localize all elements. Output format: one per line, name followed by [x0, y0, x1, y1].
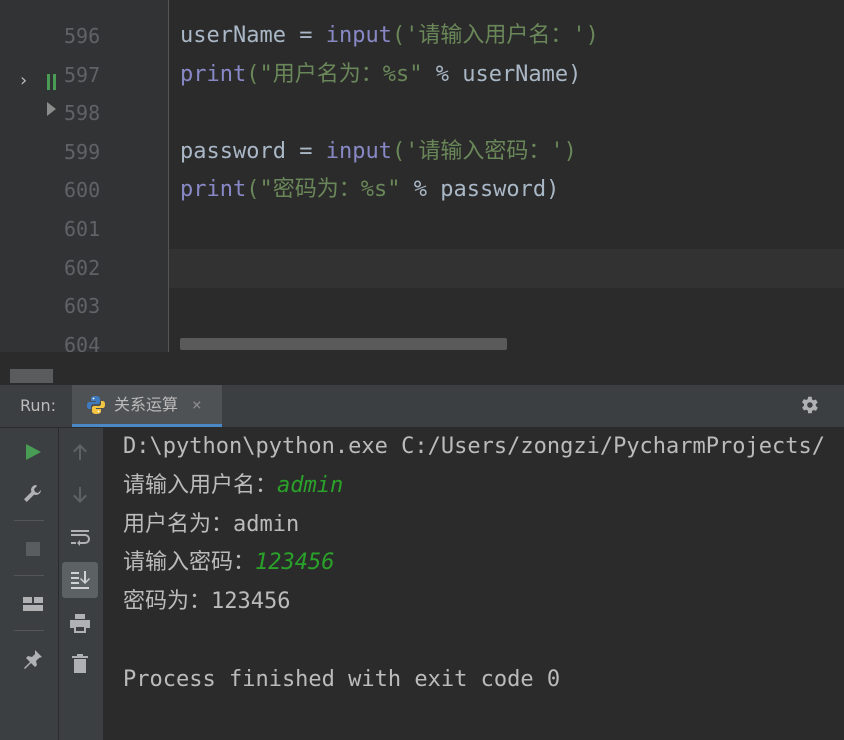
code-token: input — [325, 139, 392, 164]
run-tab[interactable]: 关系运算 × — [72, 385, 222, 427]
run-secondary-toolbar — [58, 428, 103, 740]
line-number: 600 — [64, 178, 101, 202]
run-left-toolbar — [0, 428, 58, 740]
line-number: 602 — [64, 256, 101, 280]
code-token: print — [180, 177, 247, 202]
current-line-highlight — [169, 249, 844, 288]
line-number: 603 — [64, 294, 101, 318]
run-marker-icon[interactable] — [47, 74, 56, 90]
horizontal-scrollbar-thumb[interactable] — [180, 338, 507, 350]
line-number: 596 — [64, 24, 101, 48]
code-token: userName = — [180, 23, 326, 48]
code-token: print — [180, 62, 247, 87]
line-number: 601 — [64, 217, 101, 241]
trash-icon[interactable] — [69, 653, 91, 675]
line-number: 597 — [64, 63, 101, 87]
console-text: Process finished with exit code 0 — [123, 667, 561, 692]
code-line[interactable]: print("用户名为：%s" % userName) — [180, 56, 581, 94]
editor-bottom-area — [0, 352, 844, 385]
code-editor[interactable]: › 596 597 598 599 600 601 602 603 604 userName =… — [0, 0, 844, 352]
code-token: % userName) — [422, 62, 582, 87]
chevron-right-icon[interactable]: › — [18, 70, 29, 91]
run-tab-title: 关系运算 — [114, 395, 179, 414]
scrollbar-stub[interactable] — [10, 369, 53, 383]
console-text: 用户名为：admin — [123, 512, 300, 537]
editor-left-strip — [0, 0, 58, 352]
python-icon — [87, 396, 105, 414]
run-tool-window-header: Run: 关系运算 × — [0, 385, 844, 428]
line-number: 599 — [64, 140, 101, 164]
console-line: 密码为：123456 — [123, 583, 290, 621]
console-text: 请输入密码： — [123, 550, 256, 575]
console-text: 密码为：123456 — [123, 589, 291, 614]
soft-wrap-icon[interactable] — [69, 526, 91, 548]
code-token: ("用户名为：%s" — [246, 62, 423, 87]
code-token: ("密码为：%s" — [246, 177, 401, 202]
console-text: 请输入用户名： — [123, 473, 278, 498]
console-text: D:\python\python.exe C:/Users/zongzi/Pyc… — [123, 434, 825, 459]
gear-icon[interactable] — [798, 394, 820, 416]
code-token: input — [325, 23, 392, 48]
code-token: % password) — [400, 177, 560, 202]
stop-icon[interactable] — [22, 538, 44, 560]
toolbar-separator — [14, 630, 44, 631]
close-icon[interactable]: × — [192, 385, 202, 425]
console-output[interactable]: D:\python\python.exe C:/Users/zongzi/Pyc… — [103, 428, 844, 740]
arrow-up-icon[interactable] — [69, 441, 91, 463]
print-icon[interactable] — [69, 612, 91, 634]
console-line: 用户名为：admin — [123, 506, 299, 544]
code-token: password = — [180, 139, 326, 164]
console-line: 请输入用户名：admin — [123, 467, 343, 505]
run-icon[interactable] — [22, 441, 44, 463]
user-input-text: admin — [277, 473, 344, 498]
gutter-divider — [168, 0, 169, 352]
console-line: 请输入密码：123456 — [123, 544, 335, 582]
console-line: Process finished with exit code 0 — [123, 661, 560, 699]
code-token: ('请输入密码：') — [391, 139, 577, 164]
line-number: 604 — [64, 333, 101, 352]
arrow-down-icon[interactable] — [69, 484, 91, 506]
wrench-icon[interactable] — [22, 483, 44, 505]
code-line[interactable]: print("密码为：%s" % password) — [180, 171, 559, 209]
pin-icon[interactable] — [22, 648, 44, 670]
toolbar-separator — [14, 575, 44, 576]
run-label: Run: — [20, 396, 57, 415]
code-line[interactable]: userName = input('请输入用户名：') — [180, 17, 599, 55]
layout-icon[interactable] — [22, 593, 44, 615]
user-input-text: 123456 — [255, 550, 335, 575]
toolbar-separator — [14, 520, 44, 521]
code-line[interactable]: password = input('请输入密码：') — [180, 133, 577, 171]
line-number: 598 — [64, 101, 101, 125]
code-token: ('请输入用户名：') — [391, 23, 599, 48]
scroll-to-end-icon[interactable] — [69, 569, 91, 591]
console-line: D:\python\python.exe C:/Users/zongzi/Pyc… — [123, 428, 825, 466]
